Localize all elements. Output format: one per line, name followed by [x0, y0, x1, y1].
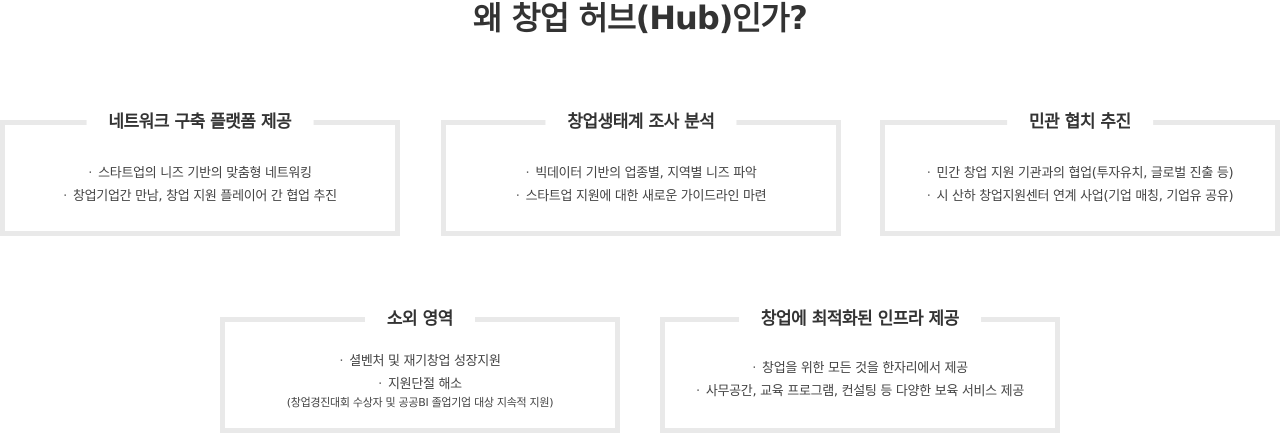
card-item-list: · 스타트업의 니즈 기반의 맞춤형 네트워킹 · 창업기업간 만남, 창업 지원 …: [5, 162, 395, 208]
bullet-icon: ·: [378, 377, 383, 392]
card-title: 창업에 최적화된 인프라 제공: [739, 306, 981, 332]
list-item: · 스타트업의 니즈 기반의 맞춤형 네트워킹: [5, 162, 395, 185]
card-title: 네트워크 구축 플랫폼 제공: [86, 109, 314, 135]
list-item: · 민간 창업 지원 기관과의 협업(투자유치, 글로벌 진출 등): [885, 162, 1275, 185]
bullet-icon: ·: [339, 354, 344, 369]
list-item: · 창업을 위한 모든 것을 한자리에서 제공: [665, 357, 1055, 380]
card-title: 소외 영역: [365, 306, 475, 332]
bullet-icon: ·: [926, 189, 931, 204]
page-title: 왜 창업 허브(Hub)인가?: [473, 0, 808, 37]
card-item-list: · 빅데이터 기반의 업종별, 지역별 니즈 파악 · 스타트업 지원에 대한 새로…: [446, 162, 836, 208]
list-item: · 셜벤처 및 재기창업 성장지원: [225, 350, 615, 373]
sub-note: (창업경진대회 수상자 및 공공BI 졸업기업 대상 지속적 지원): [286, 396, 554, 409]
card-item-list: · 셜벤처 및 재기창업 성장지원 · 지원단절 해소 (창업경진대회 수상자 및 공…: [225, 350, 615, 410]
card-item-list: · 민간 창업 지원 기관과의 협업(투자유치, 글로벌 진출 등) · 시 산하 …: [885, 162, 1275, 208]
card-infrastructure: 창업에 최적화된 인프라 제공 · 창업을 위한 모든 것을 한자리에서 제공 ·…: [660, 306, 1060, 433]
bullet-icon: ·: [752, 361, 757, 376]
card-title: 창업생태계 조사 분석: [545, 109, 737, 135]
card-underserved-area: 소외 영역 · 셜벤처 및 재기창업 성장지원 · 지원단절 해소 (창업경진대회 수…: [220, 306, 620, 433]
card-public-private: 민관 협치 추진 · 민간 창업 지원 기관과의 협업(투자유치, 글로벌 진출 …: [880, 109, 1280, 236]
bullet-icon: ·: [926, 166, 931, 181]
bullet-icon: ·: [63, 189, 67, 204]
list-item: · 지원단절 해소 (창업경진대회 수상자 및 공공BI 졸업기업 대상 지속적 지…: [225, 373, 615, 410]
list-item: · 빅데이터 기반의 업종별, 지역별 니즈 파악: [446, 162, 836, 185]
list-item: · 스타트업 지원에 대한 새로운 가이드라인 마련: [446, 185, 836, 208]
card-ecosystem-research: 창업생태계 조사 분석 · 빅데이터 기반의 업종별, 지역별 니즈 파악 · 스타…: [441, 109, 841, 236]
list-item: · 창업기업간 만남, 창업 지원 플레이어 간 협업 추진: [5, 185, 395, 208]
bullet-icon: ·: [515, 189, 520, 204]
bullet-icon: ·: [525, 166, 530, 181]
list-item: · 사무공간, 교육 프로그램, 컨설팅 등 다양한 보육 서비스 제공: [665, 380, 1055, 403]
list-item: · 시 산하 창업지원센터 연계 사업(기업 매칭, 기업유 공유): [885, 185, 1275, 208]
card-title: 민관 협치 추진: [1007, 109, 1153, 135]
card-item-list: · 창업을 위한 모든 것을 한자리에서 제공 · 사무공간, 교육 프로그램, 컨…: [665, 357, 1055, 403]
bullet-icon: ·: [695, 384, 700, 399]
card-network-platform: 네트워크 구축 플랫폼 제공 · 스타트업의 니즈 기반의 맞춤형 네트워킹 · 창…: [0, 109, 400, 236]
bullet-icon: ·: [88, 166, 93, 181]
